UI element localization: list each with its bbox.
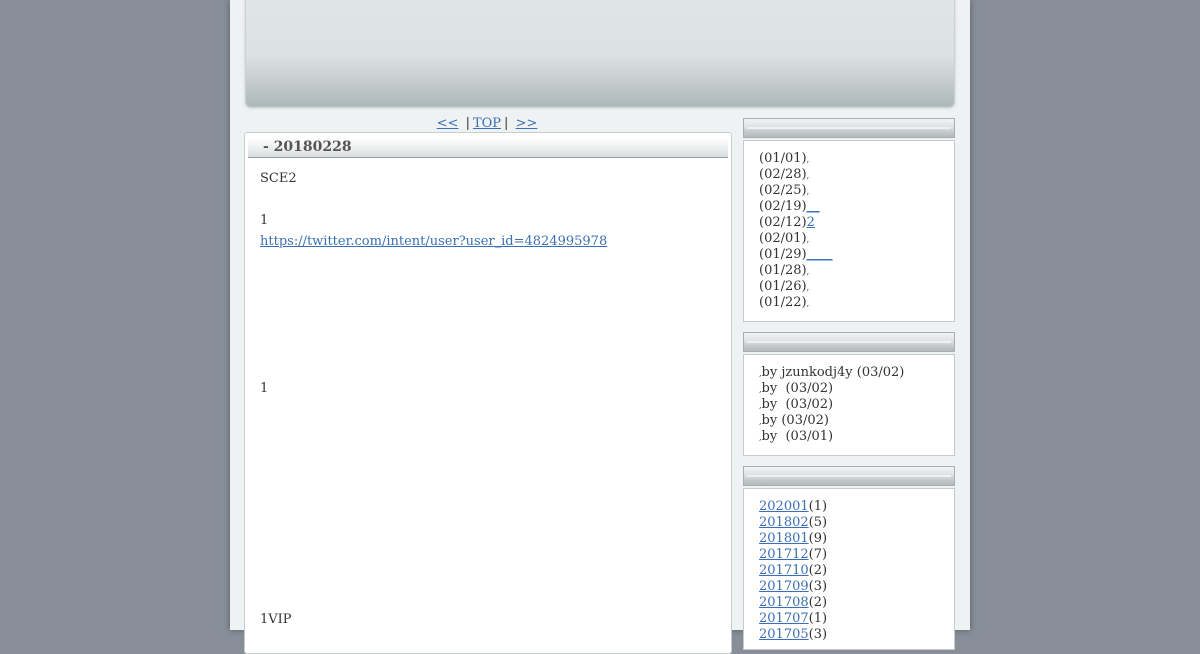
archive-month-link[interactable]: 201710 bbox=[759, 563, 809, 578]
archive-count: (2) bbox=[808, 595, 828, 610]
recent-entries-list: (01/01), (02/28), (02/25), (02/19)__ (02/12)… bbox=[743, 140, 955, 322]
recent-comment-text: by jzunkodj4y (03/02) bbox=[761, 365, 905, 380]
archive-month-link[interactable]: 202001 bbox=[759, 499, 809, 514]
archives-list: 202001(1) 201802(5) 201801(9) 201712(7) 2017… bbox=[743, 488, 955, 650]
recent-entry-item[interactable]: (02/28), bbox=[759, 167, 809, 184]
recent-entry-item[interactable]: (02/12)2 bbox=[759, 215, 815, 231]
archive-month-link[interactable]: 201709 bbox=[759, 579, 809, 594]
archive-count: (3) bbox=[808, 579, 828, 594]
archive-count: (5) bbox=[808, 515, 828, 530]
archive-item: 201802(5) bbox=[759, 515, 827, 531]
entry-text-line: 1 bbox=[260, 381, 269, 396]
recent-entry-item[interactable]: (02/01), bbox=[759, 231, 809, 248]
archive-month-link[interactable]: 201801 bbox=[759, 531, 809, 546]
recent-entry-suffix: , bbox=[806, 155, 810, 164]
archive-month-link[interactable]: 201707 bbox=[759, 611, 809, 626]
recent-entry-item[interactable]: (01/29)____ bbox=[759, 247, 833, 263]
recent-entries-header bbox=[743, 118, 955, 138]
archive-item: 201705(3) bbox=[759, 627, 827, 643]
archive-item: 201709(3) bbox=[759, 579, 827, 595]
archive-item: 201707(1) bbox=[759, 611, 827, 627]
recent-entry-item[interactable]: (01/01), bbox=[759, 151, 809, 168]
recent-entry-item[interactable]: (01/26), bbox=[759, 279, 809, 296]
archive-count: (1) bbox=[808, 611, 828, 626]
recent-entry-date: (02/25) bbox=[759, 183, 807, 198]
twitter-user-link[interactable]: https://twitter.com/intent/user?user_id=… bbox=[260, 234, 607, 249]
page-container: << | TOP | >> - 20180228 SCE2 1 https://tw… bbox=[230, 0, 970, 654]
recent-entry-suffix: , bbox=[806, 235, 810, 244]
next-entry-link[interactable]: >> bbox=[516, 116, 538, 131]
archive-count: (3) bbox=[808, 627, 828, 642]
recent-comment-text: by (03/02) bbox=[761, 413, 829, 428]
recent-entry-date: (02/19) bbox=[759, 199, 807, 214]
archive-month-link[interactable]: 201712 bbox=[759, 547, 809, 562]
recent-entry-link[interactable]: __ bbox=[807, 199, 820, 214]
archive-item: 201708(2) bbox=[759, 595, 827, 611]
recent-entry-date: (02/01) bbox=[759, 231, 807, 246]
archive-count: (9) bbox=[808, 531, 828, 546]
recent-comment-item[interactable]: ,by (03/02) bbox=[759, 413, 829, 430]
archive-month-link[interactable]: 201705 bbox=[759, 627, 809, 642]
recent-comment-text: by (03/02) bbox=[761, 397, 834, 412]
recent-entry-date: (02/28) bbox=[759, 167, 807, 182]
archive-count: (7) bbox=[808, 547, 828, 562]
entry-navigation: << | TOP | >> bbox=[244, 116, 730, 131]
blog-header-banner bbox=[246, 0, 954, 106]
recent-entry-date: (01/28) bbox=[759, 263, 807, 278]
recent-entry-item[interactable]: (02/25), bbox=[759, 183, 809, 200]
archive-item: 202001(1) bbox=[759, 499, 827, 515]
recent-entry-date: (01/01) bbox=[759, 151, 807, 166]
entry-text-line: 1VIP bbox=[260, 612, 292, 627]
recent-comment-item[interactable]: ,by (03/02) bbox=[759, 397, 833, 414]
recent-entry-suffix: , bbox=[806, 171, 810, 180]
recent-entry-suffix: , bbox=[806, 299, 810, 308]
entry-title: - 20180228 bbox=[248, 137, 728, 158]
recent-entry-date: (01/22) bbox=[759, 295, 807, 310]
top-link[interactable]: TOP bbox=[473, 116, 501, 131]
archive-month-link[interactable]: 201708 bbox=[759, 595, 809, 610]
archive-item: 201712(7) bbox=[759, 547, 827, 563]
prev-entry-link[interactable]: << bbox=[437, 116, 459, 131]
recent-comment-text: by (03/01) bbox=[761, 429, 834, 444]
archive-count: (1) bbox=[808, 499, 828, 514]
blog-entry: - 20180228 SCE2 1 https://twitter.com/in… bbox=[244, 132, 732, 654]
nav-separator: | bbox=[465, 116, 470, 131]
recent-comment-item[interactable]: ,by jzunkodj4y (03/02) bbox=[759, 365, 904, 382]
archive-item: 201801(9) bbox=[759, 531, 827, 547]
recent-entry-suffix: , bbox=[806, 187, 810, 196]
recent-entry-date: (01/29) bbox=[759, 247, 807, 262]
recent-comment-text: by (03/02) bbox=[761, 381, 834, 396]
recent-comments-header bbox=[743, 332, 955, 352]
recent-entry-link[interactable]: 2 bbox=[807, 215, 815, 230]
archives-header bbox=[743, 466, 955, 486]
recent-entry-suffix: , bbox=[806, 283, 810, 292]
recent-entry-suffix: , bbox=[806, 267, 810, 276]
recent-entry-link[interactable]: ____ bbox=[807, 247, 833, 262]
recent-entry-item[interactable]: (01/28), bbox=[759, 263, 809, 280]
recent-comments-list: ,by jzunkodj4y (03/02) ,by (03/02) ,by (03… bbox=[743, 354, 955, 456]
recent-entry-date: (02/12) bbox=[759, 215, 807, 230]
entry-text-line: SCE2 bbox=[260, 171, 297, 186]
archive-count: (2) bbox=[808, 563, 828, 578]
nav-separator: | bbox=[504, 116, 509, 131]
recent-entry-item[interactable]: (02/19)__ bbox=[759, 199, 820, 215]
entry-text-line: 1 bbox=[260, 213, 269, 228]
archive-month-link[interactable]: 201802 bbox=[759, 515, 809, 530]
archive-item: 201710(2) bbox=[759, 563, 827, 579]
recent-comment-item[interactable]: ,by (03/02) bbox=[759, 381, 833, 398]
recent-entry-date: (01/26) bbox=[759, 279, 807, 294]
recent-comment-item[interactable]: ,by (03/01) bbox=[759, 429, 833, 446]
recent-entry-item[interactable]: (01/22), bbox=[759, 295, 809, 312]
